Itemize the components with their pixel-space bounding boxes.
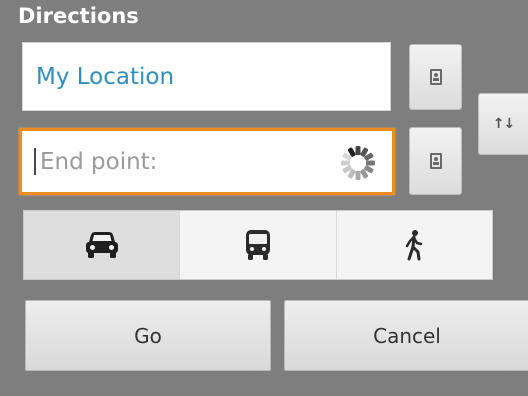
dialog-title: Directions	[18, 4, 139, 28]
end-point-field[interactable]: End point:	[19, 128, 395, 195]
swap-arrows-icon: ↑↓	[492, 116, 515, 132]
contact-book-icon	[429, 153, 442, 169]
contact-book-icon	[429, 69, 442, 85]
text-cursor	[34, 148, 36, 175]
start-contact-button[interactable]	[409, 44, 462, 110]
mode-walking-button[interactable]	[337, 211, 492, 279]
loading-spinner-icon	[341, 146, 375, 180]
walk-icon	[406, 230, 423, 261]
mode-driving-button[interactable]	[24, 211, 181, 279]
start-point-field[interactable]: My Location	[22, 42, 391, 111]
go-button[interactable]: Go	[25, 300, 271, 371]
mode-transit-button[interactable]	[180, 211, 337, 279]
swap-button[interactable]: ↑↓	[478, 93, 528, 155]
bus-icon	[245, 230, 270, 260]
cancel-button[interactable]: Cancel	[284, 300, 528, 371]
start-point-value: My Location	[36, 63, 175, 90]
travel-mode-selector	[23, 210, 493, 280]
end-contact-button[interactable]	[409, 127, 462, 195]
car-icon	[85, 232, 118, 258]
end-point-placeholder: End point:	[40, 148, 158, 175]
